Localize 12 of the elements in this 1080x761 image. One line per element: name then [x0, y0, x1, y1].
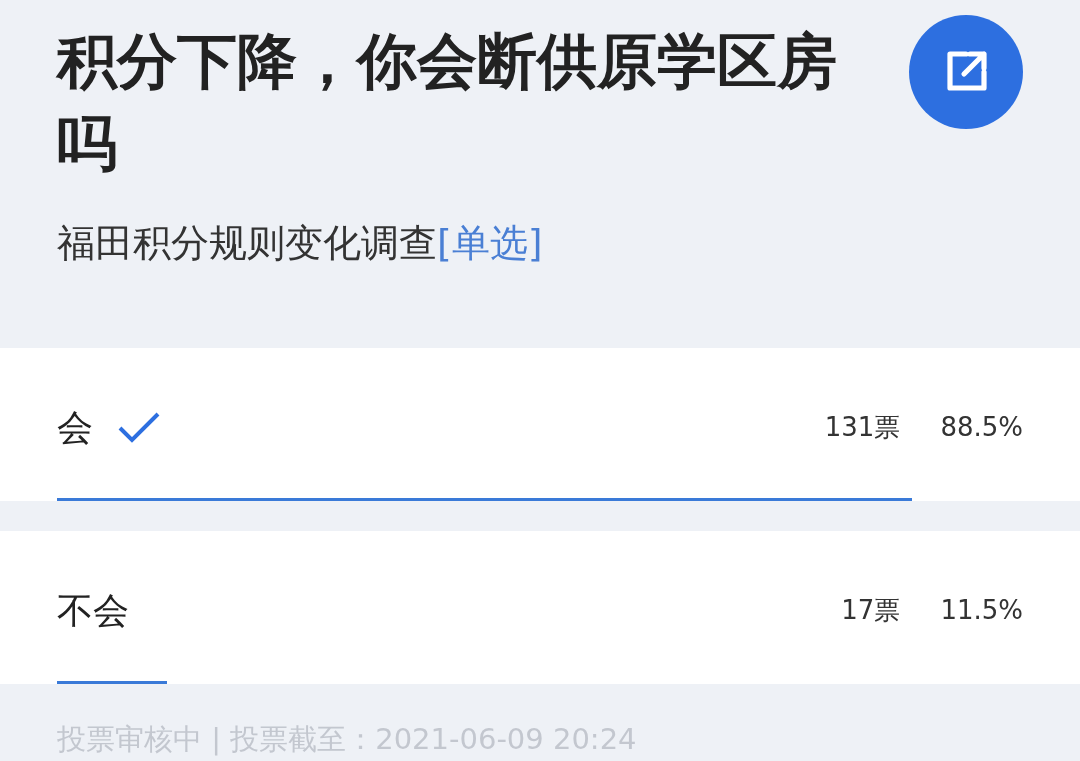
vote-count: 131票 [824, 411, 901, 444]
poll-option[interactable]: 不会 17票 11.5% [0, 530, 1080, 684]
poll-type-tag: [单选] [437, 221, 543, 265]
poll-title: 积分下降，你会断供原学区房吗 [57, 25, 838, 180]
vote-percentage: 11.5% [940, 594, 1023, 627]
poll-option[interactable]: 会 131票 88.5% [0, 347, 1080, 501]
vote-percentage: 88.5% [940, 411, 1023, 444]
option-label: 会 [57, 405, 93, 450]
poll-subtitle: 福田积分规则变化调查 [57, 221, 437, 265]
checkmark-icon [117, 410, 161, 445]
vote-count: 17票 [841, 594, 901, 627]
option-label: 不会 [57, 588, 129, 633]
